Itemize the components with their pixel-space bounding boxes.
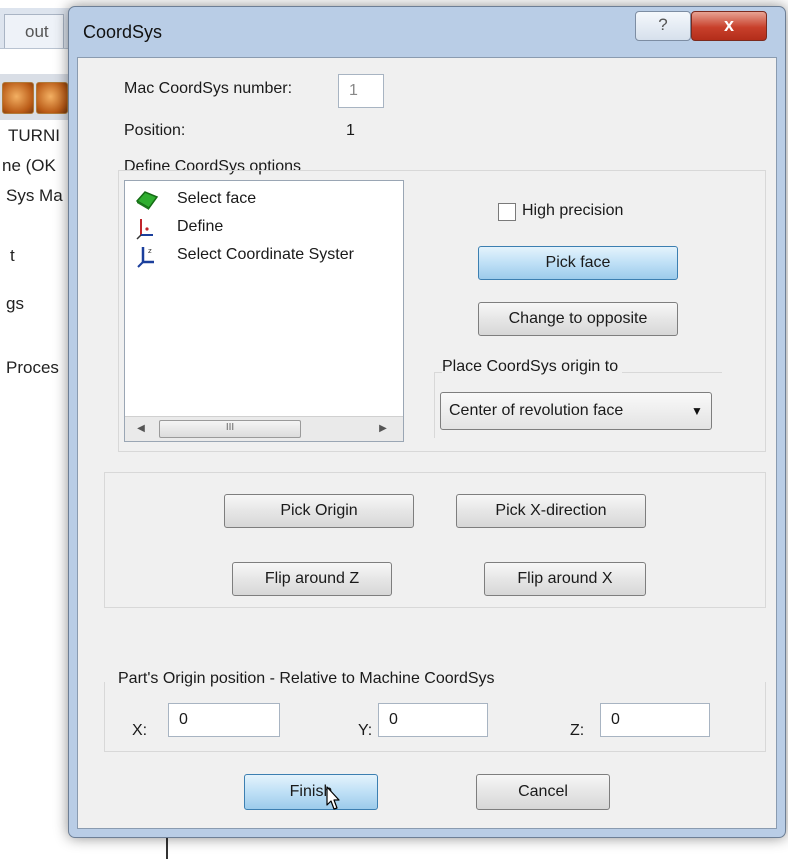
tree-item[interactable]: TURNI bbox=[8, 126, 60, 146]
mac-coordsys-label: Mac CoordSys number: bbox=[124, 80, 293, 97]
divider bbox=[166, 838, 168, 859]
coordinate-system-icon: z bbox=[135, 245, 157, 268]
coordsys-dialog: CoordSys ? x Mac CoordSys number: 1 Posi… bbox=[68, 6, 786, 838]
position-label: Position: bbox=[124, 122, 186, 139]
list-item-select-face[interactable]: Select face bbox=[131, 187, 401, 215]
place-origin-select[interactable]: Center of revolution face ▼ bbox=[440, 392, 712, 430]
option-label: Define bbox=[177, 218, 224, 235]
pick-face-button[interactable]: Pick face bbox=[478, 246, 678, 280]
y-input[interactable]: 0 bbox=[378, 703, 488, 737]
pick-x-direction-button[interactable]: Pick X-direction bbox=[456, 494, 646, 528]
change-to-opposite-button[interactable]: Change to opposite bbox=[478, 302, 678, 336]
dialog-title: CoordSys bbox=[83, 22, 163, 42]
horizontal-scrollbar[interactable]: ◀ III ▶ bbox=[125, 416, 403, 441]
scroll-left-arrow-icon[interactable]: ◀ bbox=[133, 420, 149, 438]
place-origin-label: Place CoordSys origin to bbox=[442, 358, 623, 376]
z-input[interactable]: 0 bbox=[600, 703, 710, 737]
chevron-down-icon: ▼ bbox=[691, 404, 703, 418]
list-item-define[interactable]: Define bbox=[131, 215, 401, 243]
high-precision-label: High precision bbox=[522, 202, 624, 219]
pick-origin-button[interactable]: Pick Origin bbox=[224, 494, 414, 528]
scroll-thumb[interactable]: III bbox=[159, 420, 301, 438]
x-label: X: bbox=[132, 722, 148, 739]
tree-item[interactable]: ne (OK bbox=[2, 156, 56, 176]
mouse-cursor-icon bbox=[326, 786, 340, 810]
help-button[interactable]: ? bbox=[635, 11, 691, 41]
tree-item[interactable]: t bbox=[10, 246, 15, 266]
mac-coordsys-field: 1 bbox=[338, 74, 384, 108]
tool-icon[interactable] bbox=[36, 82, 68, 114]
dialog-content: Mac CoordSys number: 1 Position: 1 Defin… bbox=[77, 57, 777, 829]
flip-around-z-button[interactable]: Flip around Z bbox=[232, 562, 392, 596]
green-face-icon bbox=[135, 189, 159, 211]
tree-item[interactable]: Proces bbox=[6, 358, 59, 378]
axis-define-icon bbox=[135, 217, 157, 240]
title-bar[interactable]: CoordSys ? x bbox=[69, 7, 785, 57]
flip-around-x-button[interactable]: Flip around X bbox=[484, 562, 646, 596]
y-label: Y: bbox=[358, 722, 373, 739]
place-origin-value: Center of revolution face bbox=[449, 402, 624, 419]
scroll-right-arrow-icon[interactable]: ▶ bbox=[375, 420, 391, 438]
svg-text:z: z bbox=[148, 247, 152, 255]
list-item-select-coordinate-system[interactable]: z Select Coordinate Syster bbox=[131, 243, 403, 271]
x-input[interactable]: 0 bbox=[168, 703, 280, 737]
position-value: 1 bbox=[346, 122, 355, 139]
z-label: Z: bbox=[570, 722, 585, 739]
background-tab[interactable]: out bbox=[4, 14, 64, 48]
close-button[interactable]: x bbox=[691, 11, 767, 41]
pick-controls-group bbox=[104, 472, 766, 608]
finish-button[interactable]: Finish bbox=[244, 774, 378, 810]
cancel-button[interactable]: Cancel bbox=[476, 774, 610, 810]
options-list[interactable]: Select face Define z Select Coordinate S… bbox=[124, 180, 404, 442]
high-precision-checkbox[interactable] bbox=[498, 203, 516, 221]
tree-item[interactable]: Sys Ma bbox=[6, 186, 63, 206]
tool-icon[interactable] bbox=[2, 82, 34, 114]
tree-item[interactable]: gs bbox=[6, 294, 24, 314]
option-label: Select Coordinate Syster bbox=[177, 246, 354, 263]
option-label: Select face bbox=[177, 190, 257, 207]
